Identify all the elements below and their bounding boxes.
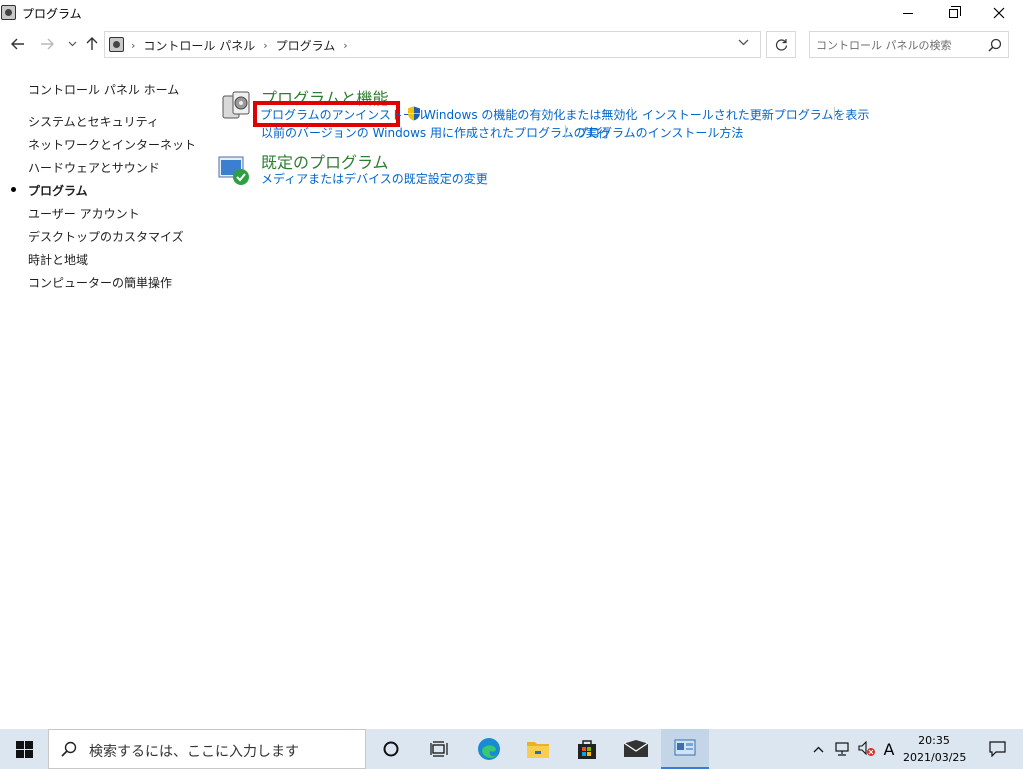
address-bar[interactable]: › コントロール パネル › プログラム › [104, 31, 761, 58]
refresh-button[interactable] [766, 31, 796, 58]
taskbar-search-placeholder: 検索するには、ここに入力します [89, 744, 299, 760]
control-panel-icon [674, 739, 696, 756]
windows-features-link[interactable]: Windows の機能の有効化または無効化 [424, 106, 637, 123]
sidebar-item-user-accounts[interactable]: ユーザー アカウント [28, 205, 140, 222]
sidebar-item-ease-of-access[interactable]: コンピューターの簡単操作 [28, 274, 172, 291]
active-item-bullet [11, 187, 16, 192]
search-input[interactable] [816, 36, 981, 54]
show-hidden-icons-button[interactable] [808, 729, 828, 769]
task-view-button[interactable] [415, 729, 463, 769]
back-button[interactable] [8, 34, 28, 54]
close-button[interactable] [976, 0, 1022, 26]
folder-icon [527, 742, 549, 758]
control-panel-app-icon [1, 5, 16, 20]
sidebar-item-network-internet[interactable]: ネットワークとインターネット [28, 136, 196, 153]
installed-updates-link[interactable]: インストールされた更新プログラムを表示 [642, 106, 869, 123]
control-panel-window: プログラム › コントロール パネル › プログラム › コントロール パネルの… [0, 0, 1023, 729]
chevron-down-icon [738, 39, 749, 46]
ime-indicator[interactable]: A [879, 729, 899, 769]
volume-tray-button[interactable] [856, 729, 878, 769]
control-panel-taskbar-button[interactable] [661, 729, 709, 769]
chevron-down-icon [68, 41, 76, 47]
title-bar: プログラム [0, 0, 1023, 26]
notification-icon [988, 741, 1006, 757]
clock-date: 2021/03/25 [903, 751, 967, 764]
close-icon [993, 7, 1005, 19]
restore-icon [948, 5, 961, 18]
forward-button[interactable] [37, 34, 57, 54]
programs-features-icon[interactable] [219, 87, 253, 121]
how-to-install-program-link[interactable]: プログラムのインストール方法 [576, 124, 743, 141]
search-box [809, 31, 1009, 58]
up-button[interactable] [82, 34, 102, 54]
sidebar-item-control-panel-home[interactable]: コントロール パネル ホーム [28, 81, 179, 98]
default-programs-icon[interactable] [217, 153, 251, 187]
volume-muted-icon [858, 741, 875, 756]
navigation-bar: › コントロール パネル › プログラム › [0, 28, 1023, 62]
store-bag-icon [578, 740, 596, 759]
sidebar-item-hardware-sound[interactable]: ハードウェアとサウンド [28, 159, 160, 176]
recent-locations-button[interactable] [62, 34, 82, 54]
cortana-icon [383, 741, 399, 757]
refresh-icon [775, 39, 787, 51]
file-explorer-button[interactable] [514, 729, 562, 769]
minimize-button[interactable] [885, 0, 931, 26]
edge-taskbar-button[interactable] [465, 729, 513, 769]
breadcrumb-programs[interactable]: プログラム [276, 37, 336, 54]
arrow-up-icon [86, 37, 98, 50]
control-panel-icon [109, 37, 124, 52]
link-separator [565, 125, 566, 138]
sidebar-item-system-security[interactable]: システムとセキュリティ [28, 113, 159, 130]
edge-browser-icon [478, 738, 500, 760]
taskbar-search-box[interactable]: 検索するには、ここに入力します [48, 729, 366, 769]
mail-button[interactable] [612, 729, 660, 769]
network-icon [835, 742, 849, 756]
breadcrumb-separator-icon[interactable]: › [343, 39, 347, 52]
mail-icon [623, 740, 649, 757]
arrow-right-icon [41, 38, 54, 50]
window-title: プログラム [22, 7, 82, 21]
run-older-programs-link[interactable]: 以前のバージョンの Windows 用に作成されたプログラムの実行 [261, 124, 610, 141]
link-separator [834, 107, 835, 120]
breadcrumb: › コントロール パネル › プログラム › [131, 37, 348, 54]
breadcrumb-separator-icon[interactable]: › [131, 39, 135, 52]
restore-button[interactable] [930, 0, 976, 26]
task-view-icon [430, 741, 448, 757]
breadcrumb-separator-icon[interactable]: › [263, 39, 267, 52]
clock-time: 20:35 [918, 734, 950, 747]
search-icon[interactable] [988, 38, 1002, 52]
uninstall-program-link[interactable]: プログラムのアンインストール [260, 106, 427, 123]
breadcrumb-control-panel[interactable]: コントロール パネル [143, 37, 255, 54]
search-icon [61, 741, 77, 757]
default-settings-link[interactable]: メディアまたはデバイスの既定設定の変更 [261, 170, 488, 187]
link-separator [631, 107, 632, 120]
sidebar-item-appearance[interactable]: デスクトップのカスタマイズ [28, 228, 184, 245]
address-dropdown-button[interactable] [738, 36, 749, 49]
network-tray-button[interactable] [832, 729, 854, 769]
store-button[interactable] [563, 729, 611, 769]
taskbar: 検索するには、ここに入力します A 20:35 2021/03/25 [0, 729, 1023, 769]
chevron-up-icon [813, 746, 823, 752]
start-button[interactable] [0, 729, 48, 769]
cortana-button[interactable] [367, 729, 415, 769]
uac-shield-icon [408, 106, 420, 121]
action-center-button[interactable] [977, 729, 1017, 769]
arrow-left-icon [11, 38, 24, 50]
minimize-icon [903, 12, 913, 14]
clock[interactable]: 20:35 2021/03/25 [903, 732, 967, 766]
sidebar-item-programs[interactable]: プログラム [28, 182, 88, 199]
windows-logo-icon [15, 740, 33, 758]
sidebar-item-clock-region[interactable]: 時計と地域 [28, 251, 88, 268]
